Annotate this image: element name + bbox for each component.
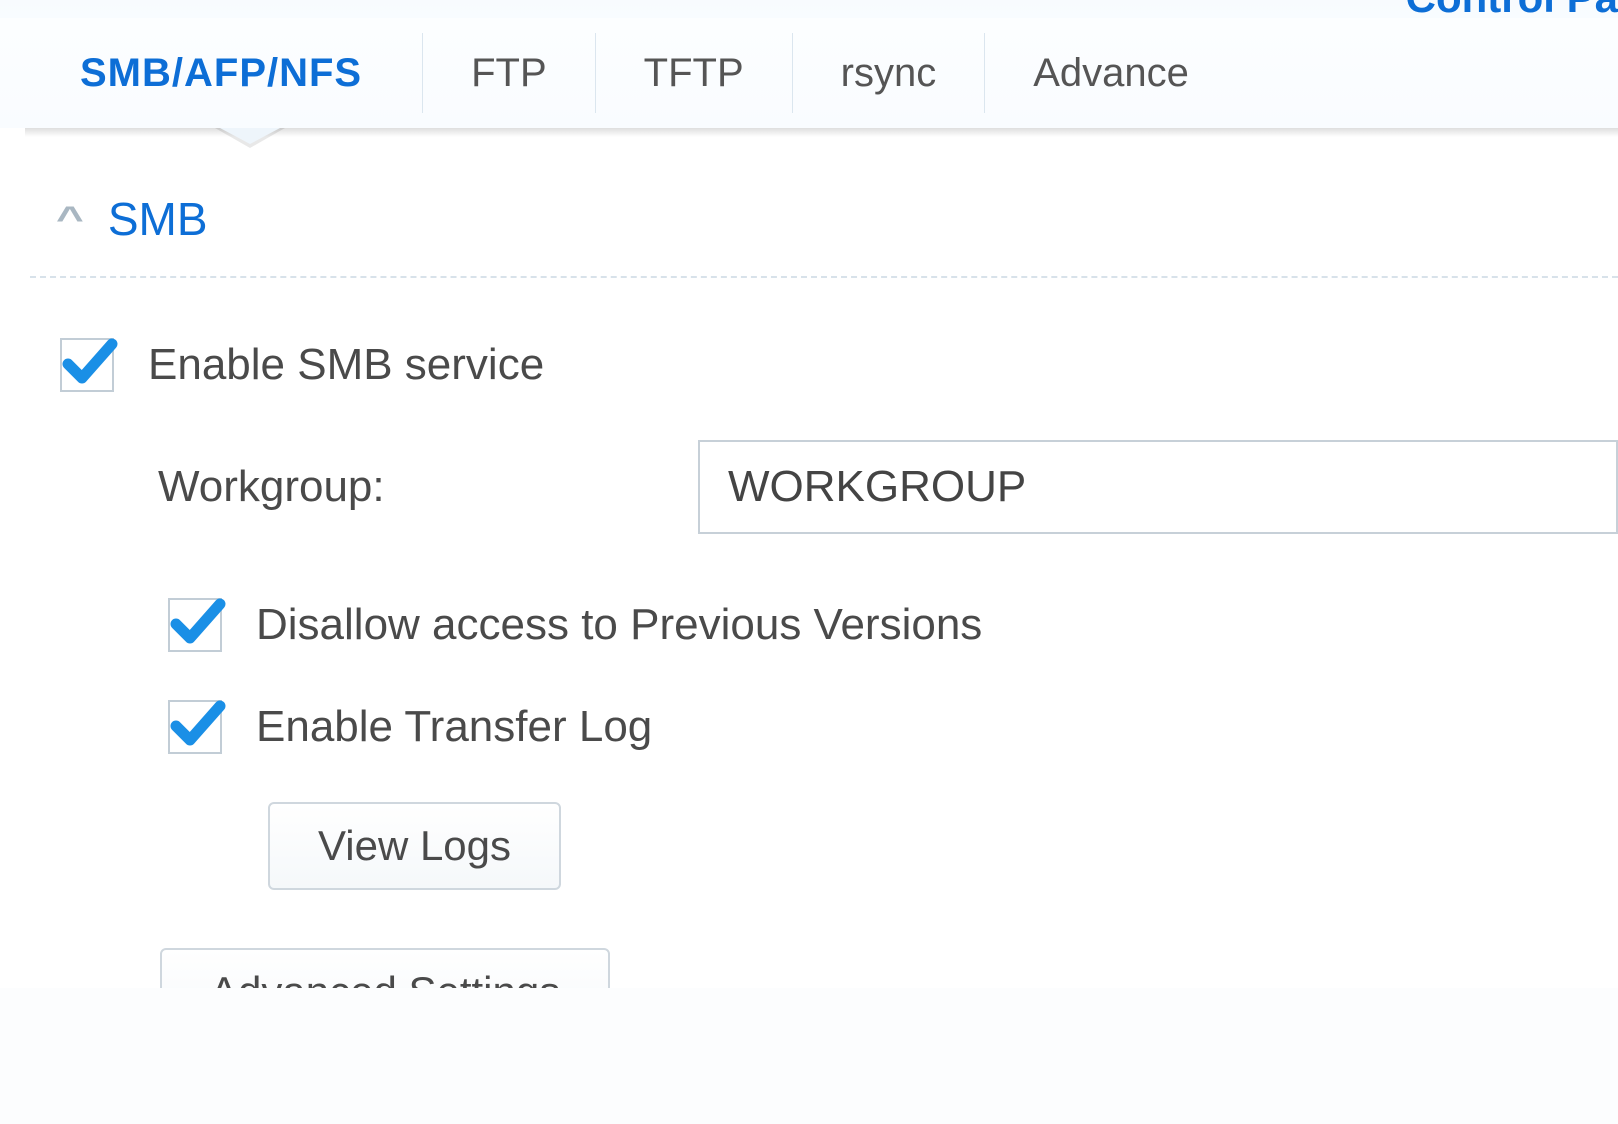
tab-ftp[interactable]: FTP [422, 33, 595, 113]
tab-rsync[interactable]: rsync [792, 33, 985, 113]
content-area: ^ SMB Enable SMB service Workgroup: Disa… [0, 128, 1618, 988]
transfer-log-label: Enable Transfer Log [256, 702, 652, 752]
transfer-log-checkbox[interactable] [168, 700, 222, 754]
enable-smb-label: Enable SMB service [148, 340, 544, 390]
tab-pointer [220, 128, 280, 144]
window-header-strip: Control Pa [0, 0, 1618, 18]
enable-smb-row: Enable SMB service [60, 338, 1618, 392]
smb-settings-form: Enable SMB service Workgroup: Disallow a… [30, 278, 1618, 988]
workgroup-row: Workgroup: [60, 440, 1618, 534]
tab-bar: SMB/AFP/NFS FTP TFTP rsync Advance [0, 18, 1618, 128]
section-title: SMB [108, 192, 208, 246]
tab-smb-afp-nfs[interactable]: SMB/AFP/NFS [30, 33, 422, 113]
enable-smb-checkbox[interactable] [60, 338, 114, 392]
view-logs-row: View Logs [60, 802, 1618, 890]
check-icon [60, 334, 120, 394]
tab-advanced[interactable]: Advance [984, 33, 1237, 113]
tab-label: SMB/AFP/NFS [80, 51, 362, 96]
button-label: View Logs [318, 822, 511, 870]
disallow-prev-row: Disallow access to Previous Versions [60, 598, 1618, 652]
tab-label: rsync [841, 51, 937, 96]
disallow-prev-label: Disallow access to Previous Versions [256, 600, 982, 650]
disallow-prev-checkbox[interactable] [168, 598, 222, 652]
button-label: Advanced Settings [210, 968, 560, 988]
view-logs-button[interactable]: View Logs [268, 802, 561, 890]
transfer-log-row: Enable Transfer Log [60, 700, 1618, 754]
tab-label: Advance [1033, 51, 1189, 96]
check-icon [168, 696, 228, 756]
section-toggle-smb[interactable]: ^ SMB [30, 192, 1618, 278]
tab-tftp[interactable]: TFTP [595, 33, 792, 113]
advanced-settings-row: Advanced Settings [60, 948, 1618, 988]
check-icon [168, 594, 228, 654]
workgroup-label: Workgroup: [158, 462, 698, 512]
chevron-up-icon: ^ [56, 200, 84, 239]
advanced-settings-button[interactable]: Advanced Settings [160, 948, 610, 988]
workgroup-input[interactable] [698, 440, 1618, 534]
tab-label: TFTP [644, 51, 744, 96]
tab-label: FTP [471, 51, 547, 96]
